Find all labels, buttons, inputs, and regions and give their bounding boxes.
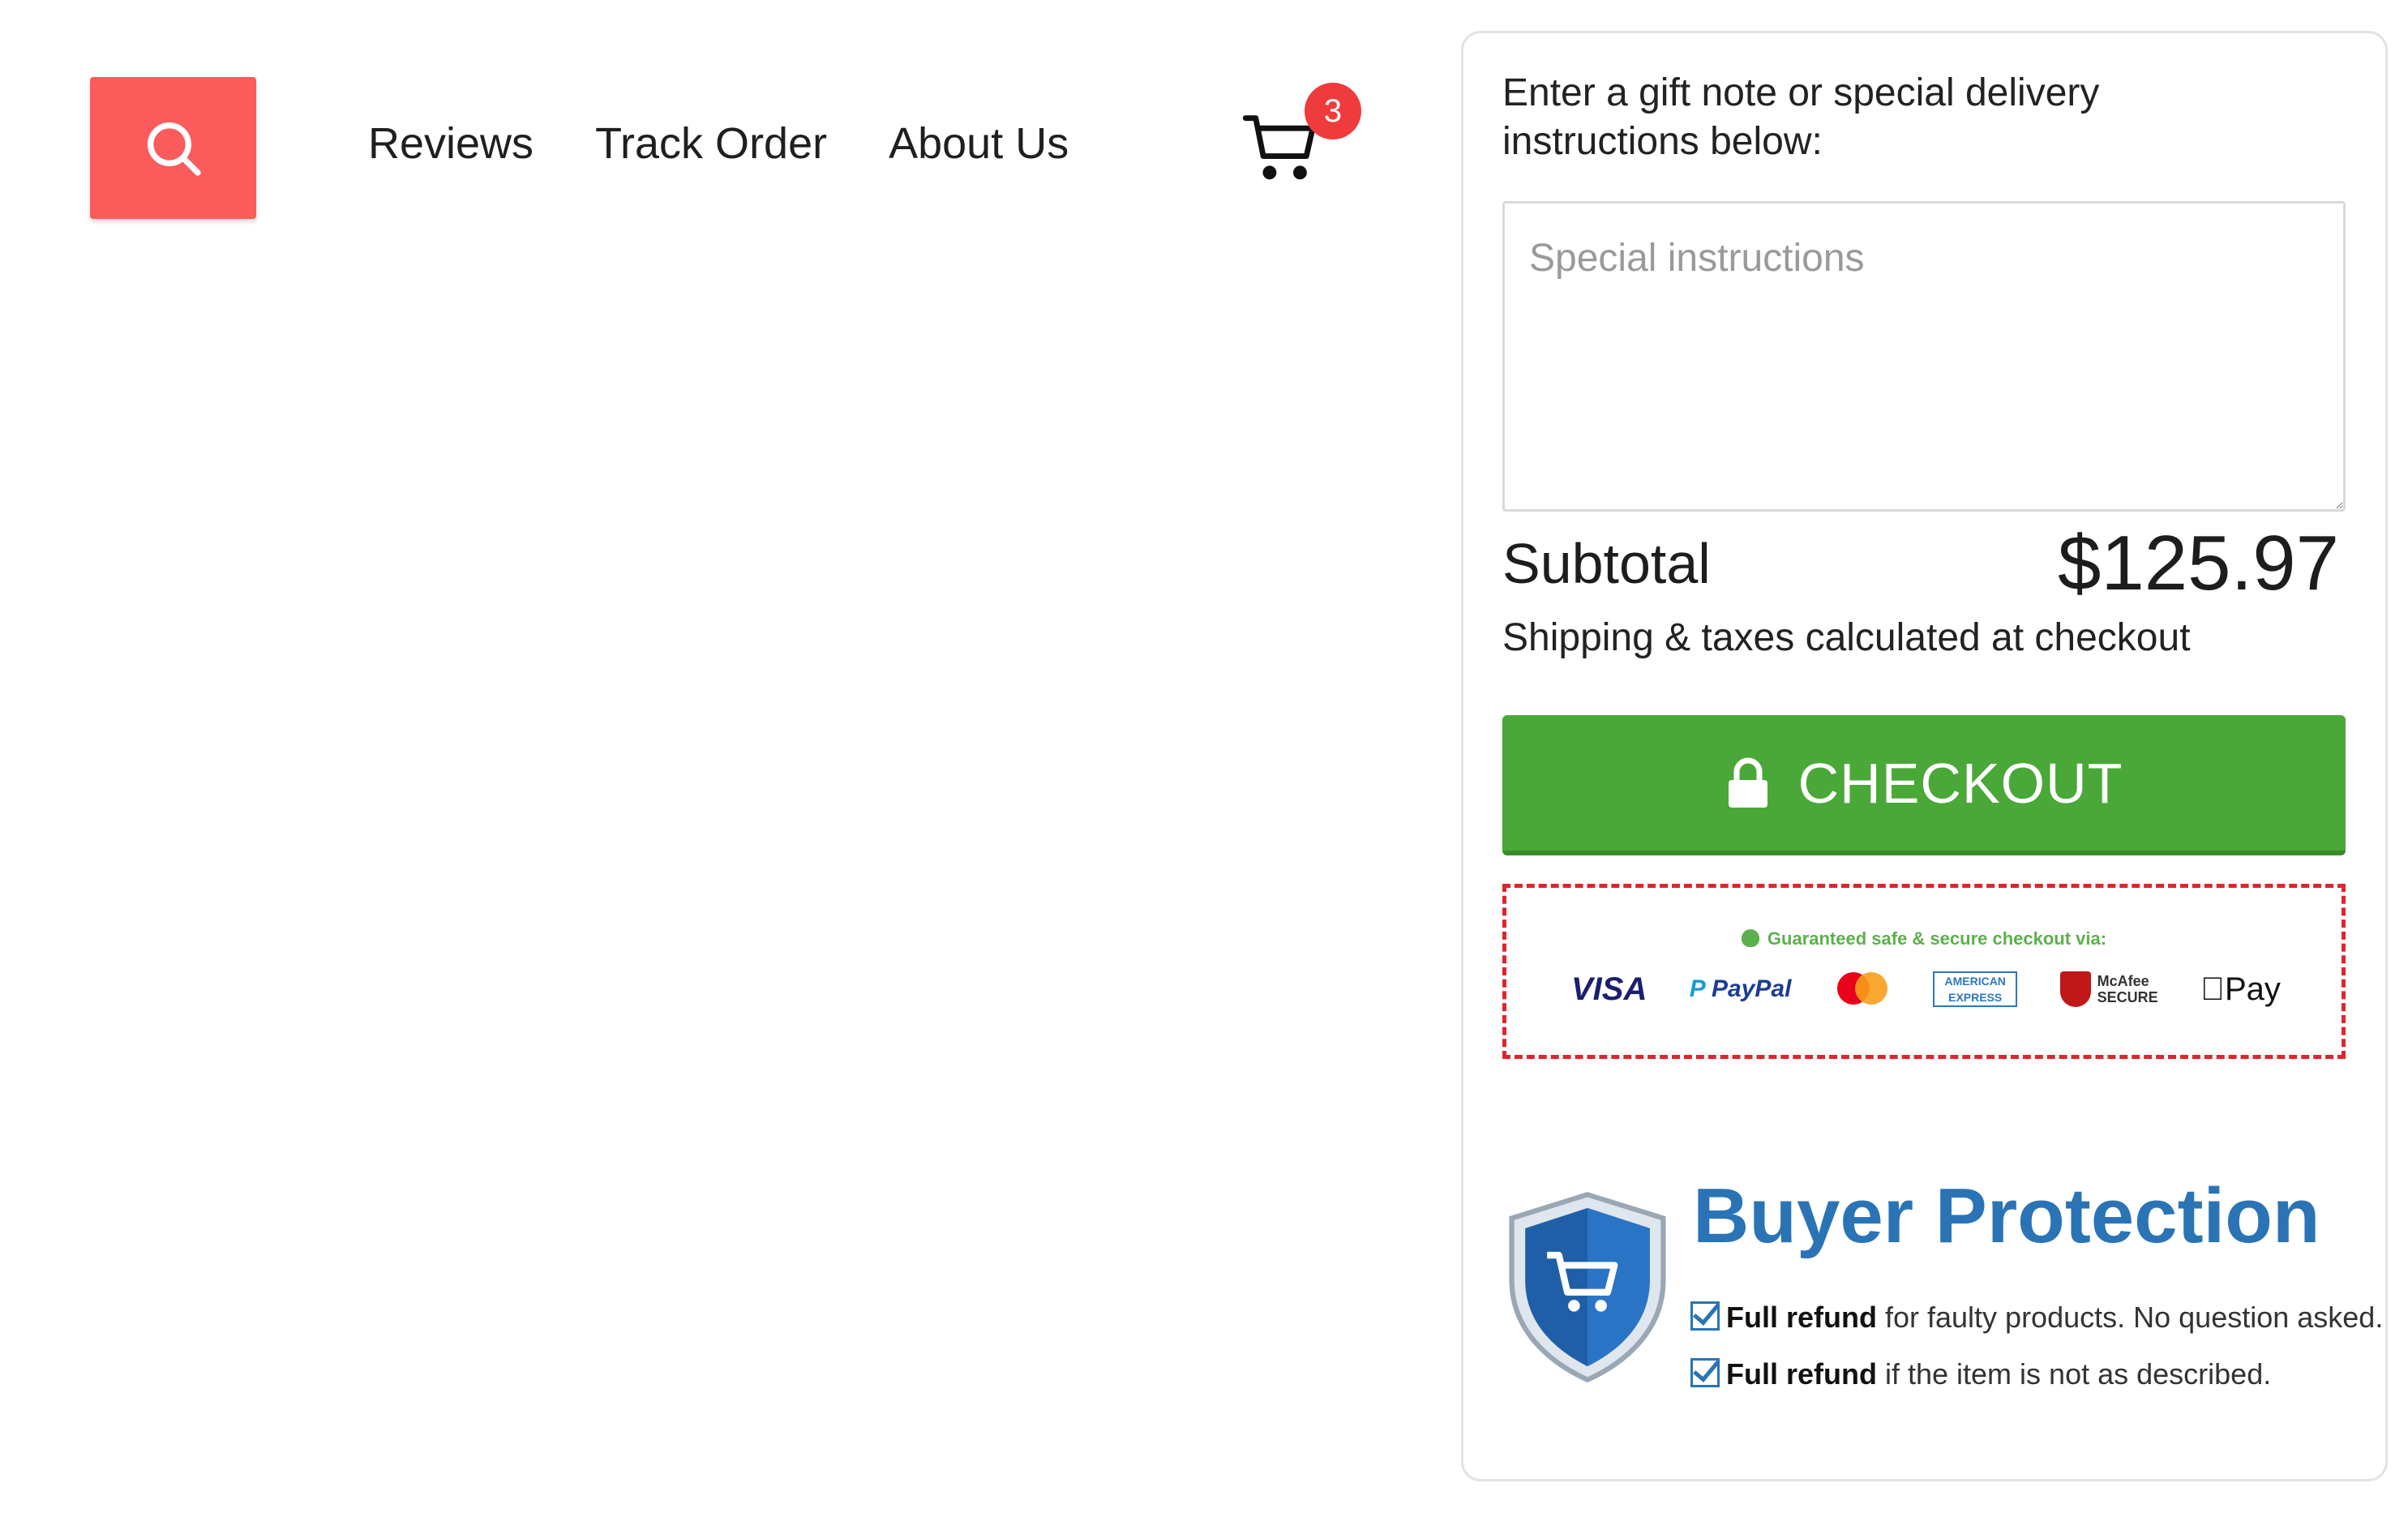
nav-about-us[interactable]: About Us — [889, 114, 1069, 174]
secure-checkout-badges: Guaranteed safe & secure checkout via: V… — [1502, 884, 2346, 1059]
main-nav: Reviews Track Order About Us — [368, 114, 1069, 174]
nav-reviews[interactable]: Reviews — [368, 114, 533, 174]
shield-cart-icon — [1509, 1192, 1666, 1383]
apple-pay-logo: Pay — [2200, 971, 2281, 1007]
buyer-protection-banner: Buyer Protection Full refund for faulty … — [1502, 1172, 2383, 1399]
shield-check-icon — [1741, 929, 1759, 947]
amex-logo: AMERICAN EXPRESS — [1933, 971, 2018, 1007]
payment-methods: VISA P PayPal AMERICAN EXPRESS McAfee SECU… — [1571, 965, 2281, 1014]
checkbox-checked-icon — [1690, 1358, 1720, 1387]
nav-track-order[interactable]: Track Order — [595, 114, 827, 174]
shipping-note: Shipping & taxes calculated at checkout — [1502, 616, 2191, 659]
paypal-logo: P PayPal — [1689, 975, 1792, 1002]
buyer-protection-title: Buyer Protection — [1693, 1172, 2320, 1259]
visa-logo: VISA — [1571, 971, 1647, 1007]
checkout-button[interactable]: CHECKOUT — [1502, 715, 2346, 855]
refund-policy-line-1: Full refund for faulty products. No ques… — [1690, 1300, 2383, 1335]
subtotal-value: $125.97 — [2057, 520, 2339, 606]
checkout-label: CHECKOUT — [1797, 751, 2123, 815]
cart-count-badge: 3 — [1305, 83, 1361, 139]
search-icon — [147, 122, 201, 176]
gift-note-label: Enter a gift note or special delivery in… — [1502, 71, 2100, 163]
search-button[interactable] — [90, 77, 256, 219]
checkbox-checked-icon — [1690, 1301, 1720, 1331]
subtotal-label: Subtotal — [1502, 532, 1711, 595]
mastercard-logo — [1834, 969, 1891, 1009]
mcafee-secure-logo: McAfee SECURE — [2059, 971, 2158, 1007]
secure-checkout-caption: Guaranteed safe & secure checkout via: — [1506, 928, 2342, 949]
refund-policy-line-2: Full refund if the item is not as descri… — [1690, 1357, 2271, 1392]
lock-icon — [1728, 757, 1767, 808]
special-instructions-input[interactable] — [1502, 201, 2346, 512]
